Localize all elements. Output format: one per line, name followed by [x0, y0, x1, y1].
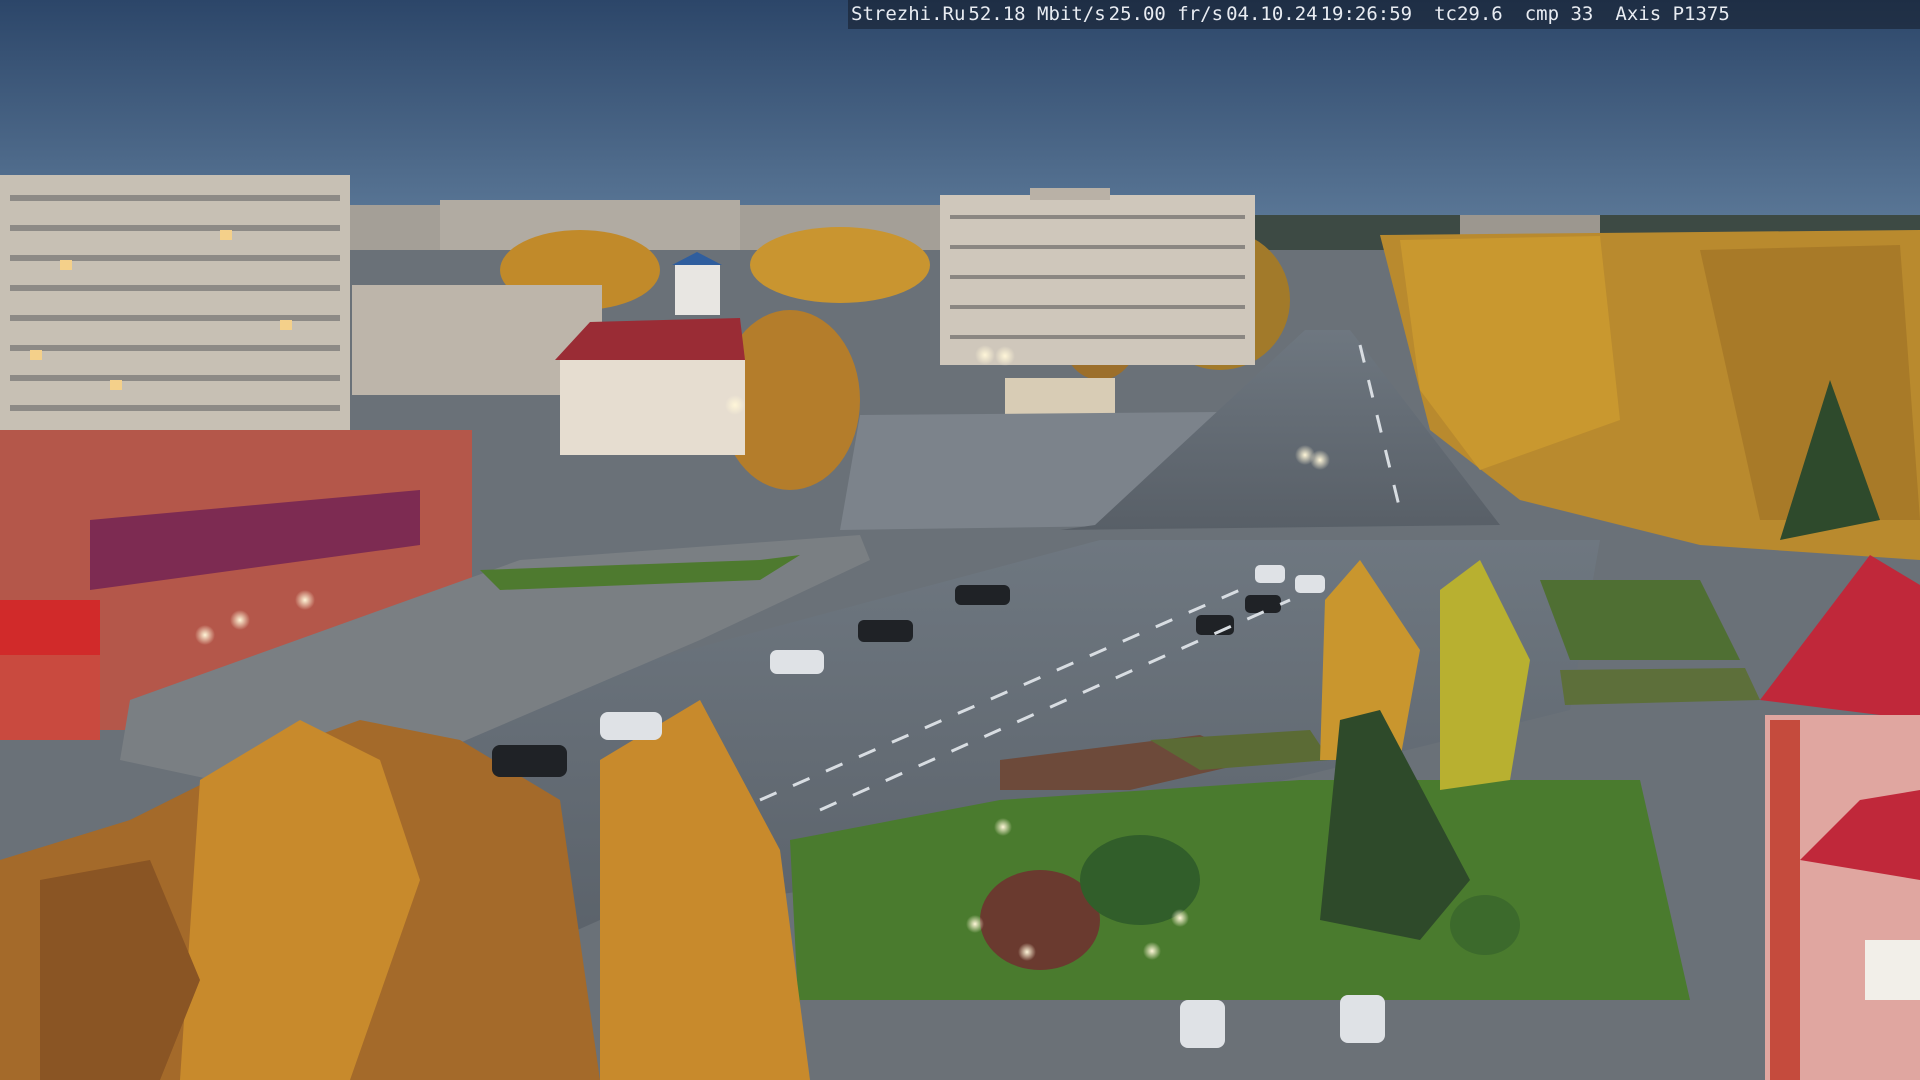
tower-center: [940, 188, 1255, 365]
site-label: Strezhi.Ru: [851, 3, 966, 25]
blue-tower: [672, 252, 722, 315]
camera-frame: Strezhi.Ru 52.18 Mbit/s 25.00 fr/s 04.10.24…: [0, 0, 1920, 1080]
time-label: 19:26:59: [1320, 3, 1413, 25]
cmp-label: cmp 33: [1524, 3, 1594, 25]
street-scene: [0, 0, 1920, 1080]
date-label: 04.10.24: [1226, 3, 1318, 25]
camera-model-label: Axis P1375: [1615, 3, 1730, 25]
framerate-label: 25.00 fr/s: [1108, 3, 1224, 25]
bitrate-label: 52.18 Mbit/s: [968, 3, 1106, 25]
camera-overlay-bar: Strezhi.Ru 52.18 Mbit/s 25.00 fr/s 04.10.24…: [848, 0, 1920, 29]
parking-lot: [800, 1000, 1760, 1080]
tc-label: tc29.6: [1434, 3, 1503, 25]
red-roof-house: [555, 318, 745, 455]
